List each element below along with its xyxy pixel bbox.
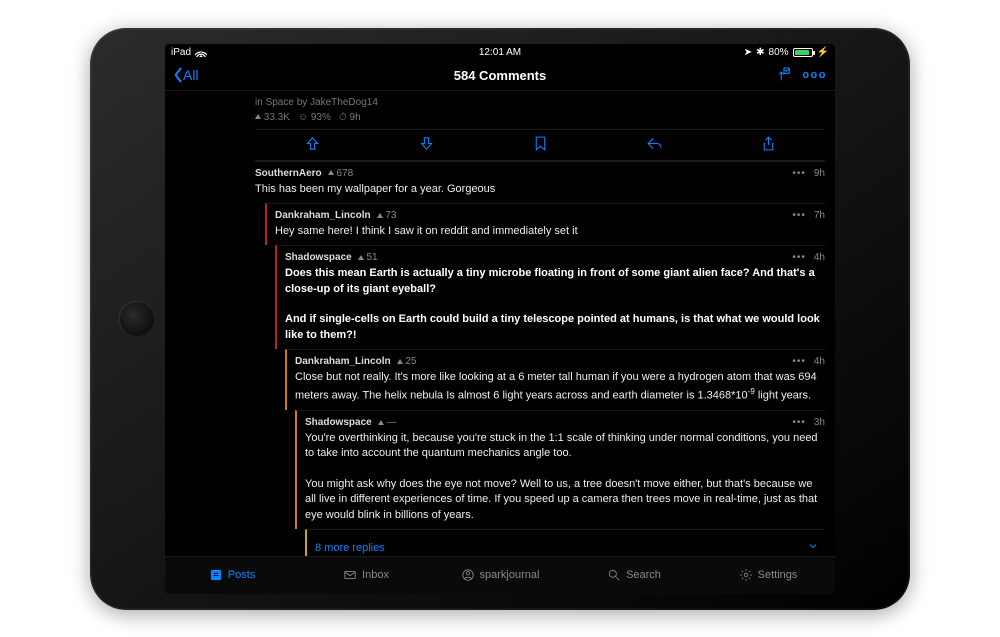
home-button[interactable] xyxy=(118,300,156,338)
comment-author[interactable]: Dankraham_Lincoln xyxy=(275,210,371,221)
comment-more-icon[interactable]: ••• xyxy=(792,252,806,263)
tab-posts-label: Posts xyxy=(228,569,256,581)
more-options-button[interactable]: ooo xyxy=(802,69,827,81)
subreddit-link[interactable]: Space xyxy=(266,97,294,108)
tab-inbox-label: Inbox xyxy=(362,569,389,581)
sort-icon[interactable] xyxy=(776,66,792,85)
tab-search[interactable]: Search xyxy=(567,557,701,594)
upvote-button[interactable] xyxy=(304,135,321,155)
comment-score: — xyxy=(378,417,397,428)
comment-header: Dankraham_Lincoln 25 ••• 4h xyxy=(295,356,825,367)
comment-author[interactable]: SouthernAero xyxy=(255,168,322,179)
battery-icon xyxy=(793,48,813,57)
comment-body: Does this mean Earth is actually a tiny … xyxy=(285,263,825,343)
more-replies-row[interactable]: 8 more replies xyxy=(305,529,825,555)
status-bar: iPad 12:01 AM ➤ ✱ 80% ⚡ xyxy=(165,44,835,61)
comment-more-icon[interactable]: ••• xyxy=(792,168,806,179)
tab-search-label: Search xyxy=(626,569,661,581)
carrier-label: iPad xyxy=(171,47,191,58)
reply-button[interactable] xyxy=(646,135,663,155)
comment-author[interactable]: Dankraham_Lincoln xyxy=(295,356,391,367)
comment-age: 7h xyxy=(814,210,825,221)
comment-age: 9h xyxy=(814,168,825,179)
comment-header: SouthernAero 678 ••• 9h xyxy=(255,168,825,179)
comment-age: 4h xyxy=(814,356,825,367)
back-button[interactable]: All xyxy=(173,67,199,83)
post-stats: 33.3K ☺ 93% ⏱ 9h xyxy=(255,112,825,129)
content-area[interactable]: in Space by JakeTheDog14 33.3K ☺ 93% ⏱ 9… xyxy=(165,91,835,556)
more-replies-label: 8 more replies xyxy=(315,542,385,554)
ipad-frame: iPad 12:01 AM ➤ ✱ 80% ⚡ All 584 Comments xyxy=(90,28,910,610)
tab-posts[interactable]: Posts xyxy=(165,557,299,594)
tab-profile-label: sparkjournal xyxy=(480,569,540,581)
comment-score: 25 xyxy=(397,356,417,367)
clock: 12:01 AM xyxy=(165,47,835,58)
comment-header: Shadowspace — ••• 3h xyxy=(305,417,825,428)
bluetooth-icon: ✱ xyxy=(756,47,764,58)
author-link[interactable]: JakeTheDog14 xyxy=(310,97,378,108)
ratio-stat: ☺ 93% xyxy=(298,112,331,123)
comment[interactable]: Dankraham_Lincoln 25 ••• 4hClose but not r… xyxy=(285,349,825,409)
battery-percent: 80% xyxy=(769,47,789,58)
comment-score: 678 xyxy=(328,168,353,179)
comment-age: 4h xyxy=(814,252,825,263)
comment-body: You're overthinking it, because you're s… xyxy=(305,428,825,523)
comment-body: This has been my wallpaper for a year. G… xyxy=(255,179,825,197)
comment[interactable]: Shadowspace — ••• 3hYou're overthinking it… xyxy=(295,410,825,529)
share-button[interactable] xyxy=(760,135,777,155)
back-label: All xyxy=(183,67,199,83)
comment-author[interactable]: Shadowspace xyxy=(305,417,372,428)
location-icon: ➤ xyxy=(744,47,752,58)
comment-header: Dankraham_Lincoln 73 ••• 7h xyxy=(275,210,825,221)
post-meta: in Space by JakeTheDog14 xyxy=(255,91,825,112)
tab-settings[interactable]: Settings xyxy=(701,557,835,594)
comment-header: Shadowspace 51 ••• 4h xyxy=(285,252,825,263)
action-row xyxy=(255,129,825,161)
comment-author[interactable]: Shadowspace xyxy=(285,252,352,263)
tab-inbox[interactable]: Inbox xyxy=(299,557,433,594)
age-stat: ⏱ 9h xyxy=(339,112,361,123)
comment-more-icon[interactable]: ••• xyxy=(792,356,806,367)
comment-score: 51 xyxy=(358,252,378,263)
save-button[interactable] xyxy=(532,135,549,155)
comment[interactable]: Dankraham_Lincoln 73 ••• 7hHey same here! … xyxy=(265,203,825,245)
chevron-down-icon xyxy=(807,540,819,555)
tab-settings-label: Settings xyxy=(758,569,798,581)
tab-profile[interactable]: sparkjournal xyxy=(433,557,567,594)
nav-bar: All 584 Comments ooo xyxy=(165,61,835,91)
comment-age: 3h xyxy=(814,417,825,428)
comment[interactable]: Shadowspace 51 ••• 4hDoes this mean Earth … xyxy=(275,245,825,349)
charging-icon: ⚡ xyxy=(817,47,829,58)
wifi-icon xyxy=(195,48,207,57)
comment-more-icon[interactable]: ••• xyxy=(792,417,806,428)
comment-body: Hey same here! I think I saw it on reddi… xyxy=(275,221,825,239)
downvote-button[interactable] xyxy=(418,135,435,155)
page-title: 584 Comments xyxy=(165,68,835,83)
tab-bar: Posts Inbox sparkjournal Search Settings xyxy=(165,556,835,594)
screen: iPad 12:01 AM ➤ ✱ 80% ⚡ All 584 Comments xyxy=(165,44,835,594)
comment-score: 73 xyxy=(377,210,397,221)
comment-body: Close but not really. It's more like loo… xyxy=(295,367,825,403)
comment[interactable]: SouthernAero 678 ••• 9hThis has been my wa… xyxy=(255,161,825,203)
comment-more-icon[interactable]: ••• xyxy=(792,210,806,221)
upvote-icon xyxy=(255,114,261,119)
